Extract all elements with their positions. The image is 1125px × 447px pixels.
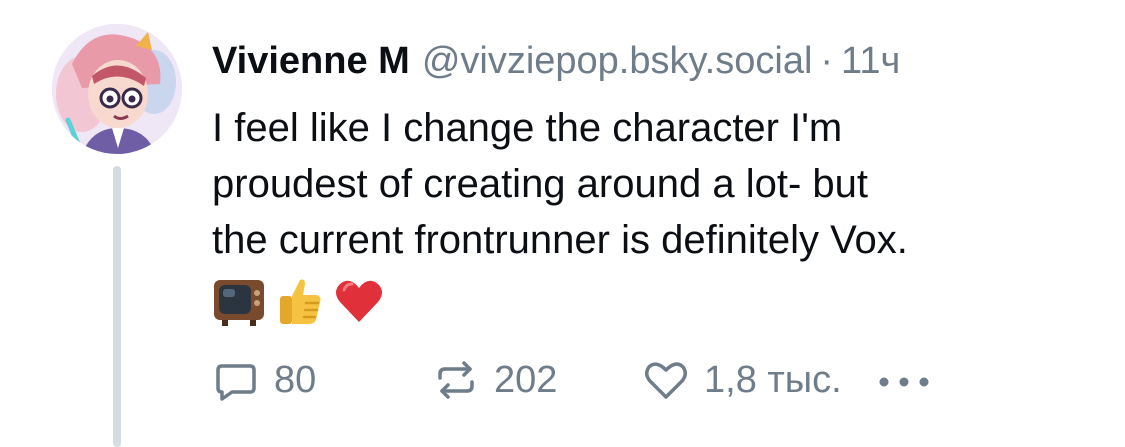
post-text-line: the current frontrunner is definitely Vo…	[212, 218, 908, 262]
television-emoji	[214, 280, 264, 326]
post-timestamp[interactable]: 11ч	[841, 36, 900, 86]
thumbs-up-emoji	[280, 279, 321, 324]
reply-icon	[216, 364, 256, 401]
repost-count: 202	[494, 359, 558, 401]
red-heart-emoji	[336, 280, 382, 322]
like-button[interactable]: 1,8 тыс.	[642, 352, 842, 408]
more-options-button[interactable]	[876, 352, 932, 408]
separator-dot: ·	[820, 40, 834, 82]
more-dots-icon	[879, 377, 929, 387]
reply-button[interactable]: 80	[212, 352, 316, 408]
post-text-line: I feel like I change the character I'm	[212, 106, 843, 150]
post-text-line: proudest of creating around a lot- but	[212, 162, 868, 206]
post-actions: 80 202 1,8 тыс.	[212, 352, 1092, 408]
author-display-name[interactable]: Vivienne M	[212, 36, 410, 86]
author-handle[interactable]: @vivziepop.bsky.social	[422, 36, 813, 86]
thread-line	[113, 166, 121, 447]
post-header: Vivienne M @vivziepop.bsky.social · 11ч	[212, 36, 900, 86]
repost-icon	[438, 361, 474, 399]
emoji-row	[212, 272, 386, 330]
reply-count: 80	[274, 359, 317, 401]
avatar-illustration	[52, 24, 182, 154]
repost-button[interactable]: 202	[432, 352, 557, 408]
avatar[interactable]	[52, 24, 182, 154]
post-card[interactable]: Vivienne M @vivziepop.bsky.social · 11ч …	[0, 0, 1125, 447]
like-count: 1,8 тыс.	[704, 359, 842, 401]
post-text: I feel like I change the character I'm p…	[212, 100, 1092, 268]
heart-icon	[645, 362, 687, 399]
